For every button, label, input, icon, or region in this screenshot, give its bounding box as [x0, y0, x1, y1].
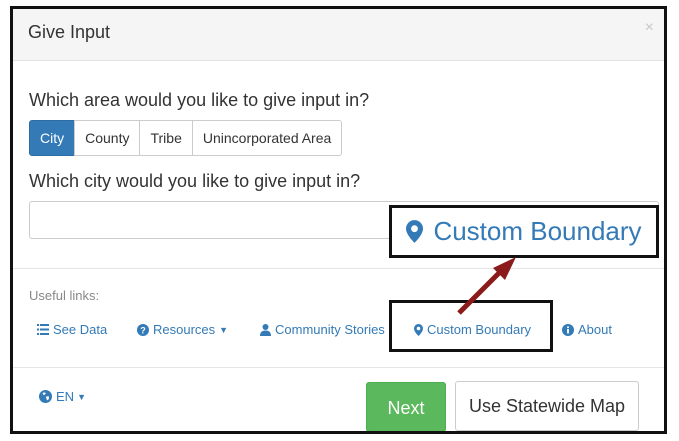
about-label: About — [578, 322, 612, 337]
info-circle-icon — [562, 323, 574, 336]
area-option-county[interactable]: County — [74, 120, 141, 156]
see-data-label: See Data — [53, 322, 108, 337]
area-option-city[interactable]: City — [29, 120, 76, 156]
divider — [13, 268, 664, 269]
globe-icon — [39, 390, 52, 403]
svg-text:?: ? — [140, 325, 146, 335]
map-marker-icon — [406, 220, 424, 243]
see-data-link[interactable]: See Data — [37, 322, 107, 337]
area-question: Which area would you like to give input … — [29, 90, 370, 110]
useful-links-label: Useful links: — [29, 288, 100, 303]
callout-label: Custom Boundary — [433, 216, 642, 246]
close-icon[interactable]: × — [645, 19, 654, 37]
use-statewide-map-button[interactable]: Use Statewide Map — [455, 381, 639, 431]
city-question: Which city would you like to give input … — [29, 171, 361, 191]
resources-dropdown[interactable]: ? Resources ▼ — [137, 322, 228, 337]
about-link[interactable]: About — [562, 322, 612, 337]
dialog-header: Give Input × — [13, 9, 664, 61]
user-icon — [260, 323, 271, 336]
next-button[interactable]: Next — [366, 382, 446, 431]
language-dropdown[interactable]: EN ▼ — [39, 389, 86, 404]
dialog-title: Give Input — [28, 22, 111, 42]
community-stories-label: Community Stories — [275, 322, 385, 337]
footer-divider — [13, 367, 664, 368]
custom-boundary-callout: Custom Boundary — [389, 205, 659, 258]
resources-label: Resources — [153, 322, 216, 337]
community-stories-link[interactable]: Community Stories — [260, 322, 385, 337]
question-circle-icon: ? — [137, 323, 149, 336]
area-option-unincorporated[interactable]: Unincorporated Area — [191, 120, 343, 156]
useful-links: See Data ? Resources ▼ Community Stories… — [29, 322, 649, 342]
area-option-tribe[interactable]: Tribe — [139, 120, 193, 156]
caret-down-icon: ▼ — [77, 391, 86, 402]
area-selector: City County Tribe Unincorporated Area — [29, 120, 343, 156]
caret-down-icon: ▼ — [219, 324, 229, 335]
list-icon — [37, 324, 49, 335]
custom-boundary-highlight-box — [389, 300, 553, 352]
language-label: EN — [56, 389, 75, 404]
